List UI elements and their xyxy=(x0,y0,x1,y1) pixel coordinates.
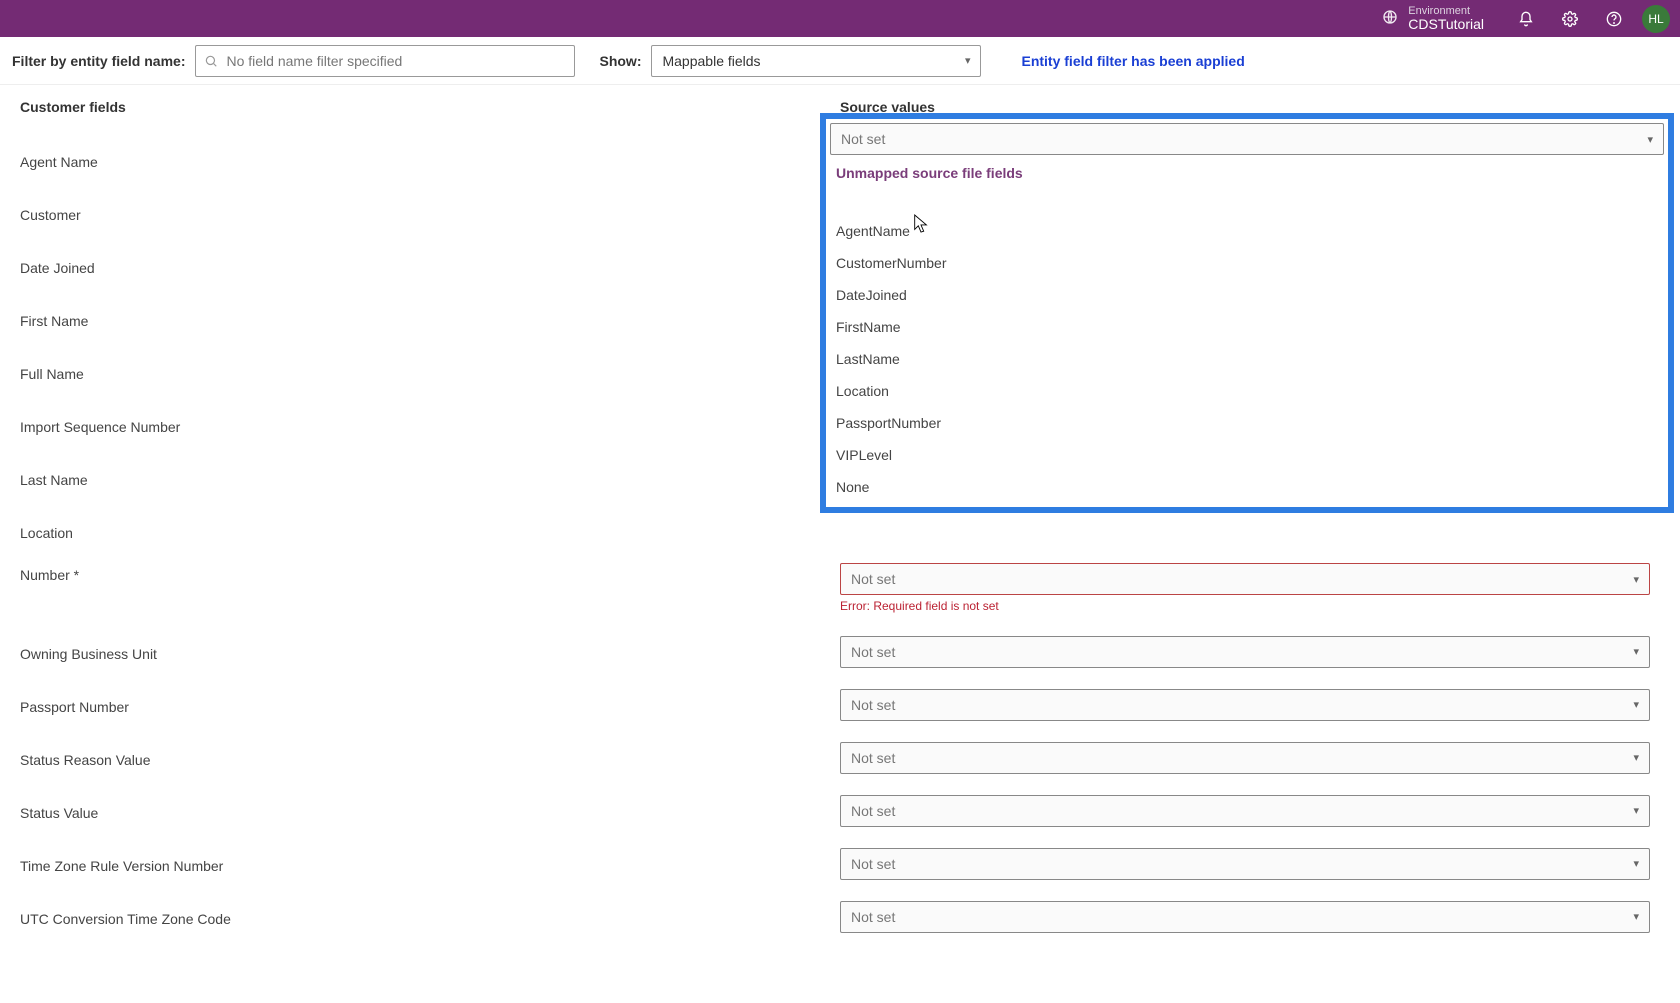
chevron-down-icon: ▾ xyxy=(1633,573,1639,586)
select-value: Not set xyxy=(851,803,895,819)
field-label-status-reason-value: Status Reason Value xyxy=(20,748,840,768)
dropdown-option-firstname[interactable]: FirstName xyxy=(830,311,1664,343)
dropdown-option-viplevel[interactable]: VIPLevel xyxy=(830,439,1664,471)
source-select-status-value[interactable]: Not set ▾ xyxy=(840,795,1650,827)
select-value: Not set xyxy=(851,856,895,872)
error-required-field: Error: Required field is not set xyxy=(840,599,1660,613)
user-avatar[interactable]: HL xyxy=(1642,5,1670,33)
dropdown-option-datejoined[interactable]: DateJoined xyxy=(830,279,1664,311)
dropdown-blank-option[interactable] xyxy=(830,185,1664,215)
settings-icon[interactable] xyxy=(1548,0,1592,37)
field-label-date-joined: Date Joined xyxy=(20,256,840,276)
chevron-down-icon: ▾ xyxy=(1633,645,1639,658)
chevron-down-icon: ▾ xyxy=(1633,698,1639,711)
field-label-last-name: Last Name xyxy=(20,468,840,488)
source-select-utc-conversion-time-zone-code[interactable]: Not set ▾ xyxy=(840,901,1650,933)
chevron-down-icon: ▾ xyxy=(1633,910,1639,923)
dropdown-option-passportnumber[interactable]: PassportNumber xyxy=(830,407,1664,439)
show-label: Show: xyxy=(599,53,641,69)
filter-bar: Filter by entity field name: No field na… xyxy=(0,37,1680,85)
select-value: Not set xyxy=(851,750,895,766)
app-topbar: Environment CDSTutorial HL xyxy=(0,0,1680,37)
chevron-down-icon: ▾ xyxy=(1633,804,1639,817)
search-icon xyxy=(204,54,218,68)
environment-icon xyxy=(1382,9,1398,28)
dropdown-current-value: Not set xyxy=(841,131,885,147)
help-icon[interactable] xyxy=(1592,0,1636,37)
dropdown-option-agentname[interactable]: AgentName xyxy=(830,215,1664,247)
field-label-utc-conversion-time-zone-code: UTC Conversion Time Zone Code xyxy=(20,907,840,927)
chevron-down-icon: ▾ xyxy=(1633,857,1639,870)
filter-input[interactable]: No field name filter specified xyxy=(195,45,575,77)
dropdown-current-select[interactable]: Not set ▾ xyxy=(830,123,1664,155)
select-value: Not set xyxy=(851,909,895,925)
dropdown-option-customernumber[interactable]: CustomerNumber xyxy=(830,247,1664,279)
dropdown-option-location[interactable]: Location xyxy=(830,375,1664,407)
select-value: Not set xyxy=(851,644,895,660)
source-select-owning-business-unit[interactable]: Not set ▾ xyxy=(840,636,1650,668)
dropdown-group-label: Unmapped source file fields xyxy=(830,155,1664,185)
environment-picker[interactable]: Environment CDSTutorial xyxy=(1382,5,1484,32)
field-label-customer: Customer xyxy=(20,203,840,223)
field-label-first-name: First Name xyxy=(20,309,840,329)
source-select-number[interactable]: Not set ▾ xyxy=(840,563,1650,595)
field-label-passport-number: Passport Number xyxy=(20,695,840,715)
source-select-time-zone-rule-version-number[interactable]: Not set ▾ xyxy=(840,848,1650,880)
field-label-agent-name: Agent Name xyxy=(20,150,840,170)
dropdown-option-none[interactable]: None xyxy=(830,471,1664,503)
filter-applied-msg: Entity field filter has been applied xyxy=(1021,53,1244,69)
filter-placeholder: No field name filter specified xyxy=(226,53,402,69)
field-label-full-name: Full Name xyxy=(20,362,840,382)
column-header-left: Customer fields xyxy=(20,99,840,115)
chevron-down-icon: ▾ xyxy=(1647,133,1653,146)
chevron-down-icon: ▾ xyxy=(1633,751,1639,764)
chevron-down-icon: ▾ xyxy=(965,54,971,67)
dropdown-option-lastname[interactable]: LastName xyxy=(830,343,1664,375)
field-label-location: Location xyxy=(20,521,840,541)
field-label-number: Number * xyxy=(20,563,840,583)
filter-label: Filter by entity field name: xyxy=(12,53,185,69)
source-select-status-reason-value[interactable]: Not set ▾ xyxy=(840,742,1650,774)
select-value: Not set xyxy=(851,697,895,713)
select-value: Not set xyxy=(851,571,895,587)
field-label-owning-business-unit: Owning Business Unit xyxy=(20,642,840,662)
field-label-status-value: Status Value xyxy=(20,801,840,821)
source-select-passport-number[interactable]: Not set ▾ xyxy=(840,689,1650,721)
environment-name: CDSTutorial xyxy=(1408,17,1484,32)
show-select-value: Mappable fields xyxy=(662,53,760,69)
notifications-icon[interactable] xyxy=(1504,0,1548,37)
field-label-time-zone-rule-version-number: Time Zone Rule Version Number xyxy=(20,854,840,874)
source-value-dropdown: Not set ▾ Unmapped source file fields Ag… xyxy=(820,113,1674,513)
show-select[interactable]: Mappable fields ▾ xyxy=(651,45,981,77)
mapping-grid: Customer fields Source values Not set ▾ … xyxy=(0,85,1680,1003)
field-label-import-sequence-number: Import Sequence Number xyxy=(20,415,840,435)
